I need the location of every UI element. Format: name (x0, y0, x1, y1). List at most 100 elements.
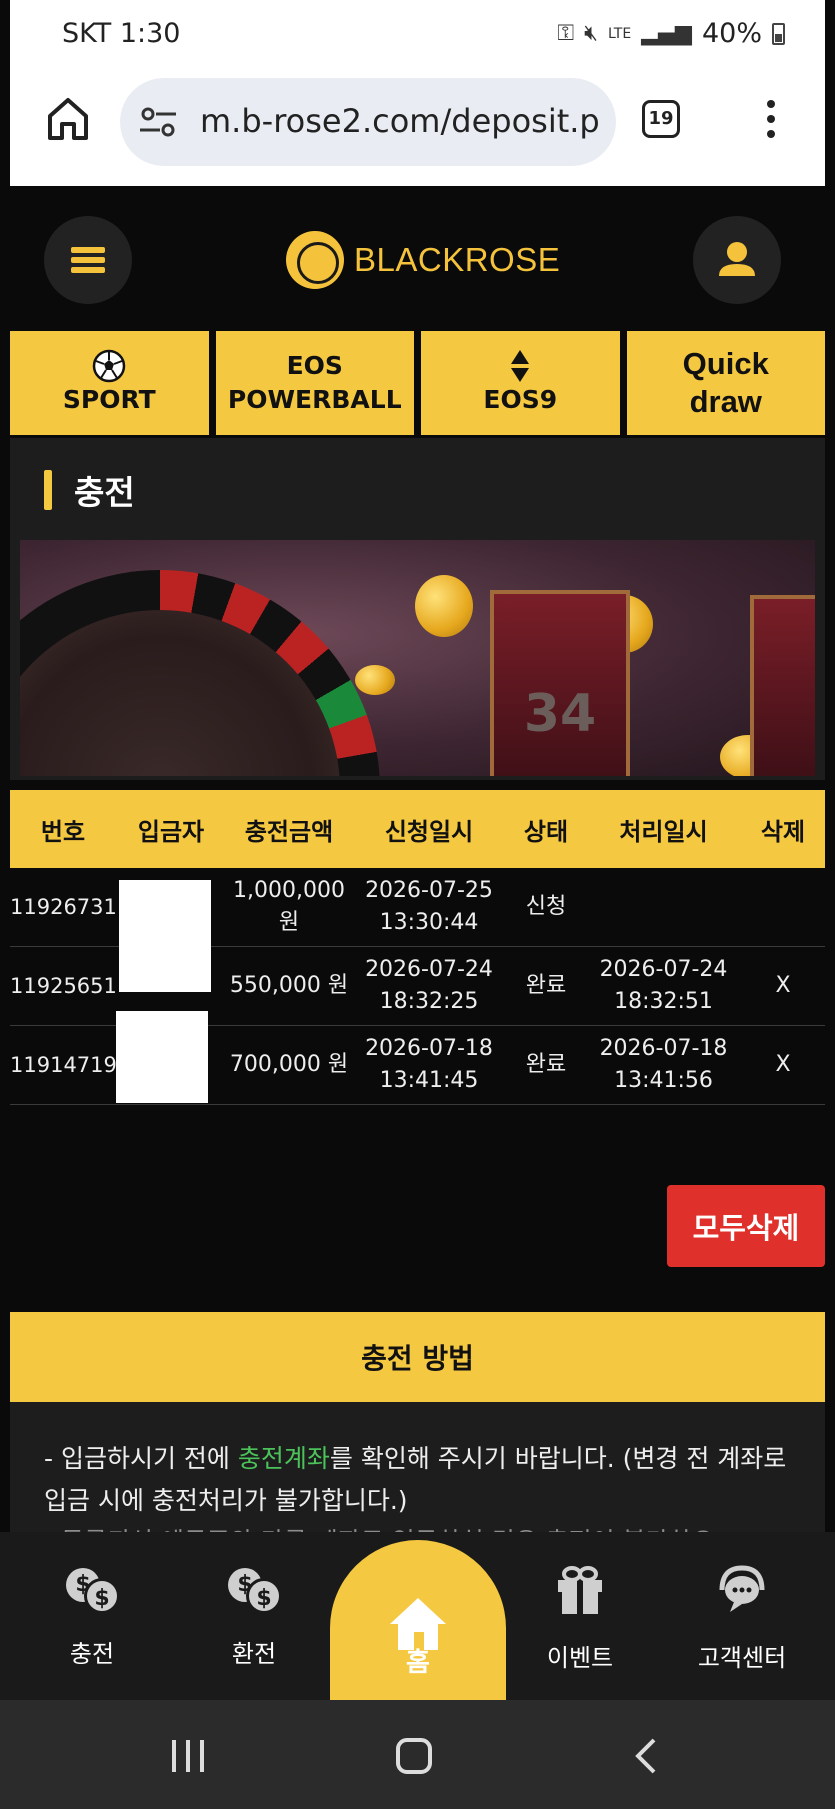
more-menu-icon[interactable] (766, 100, 776, 142)
cell-processed: 2026-07-24 18:32:51 (599, 957, 728, 1014)
game-tab-quick-draw[interactable]: Quick draw (626, 331, 825, 435)
site-settings-icon[interactable] (138, 104, 178, 140)
deposit-history-table: 번호 입금자 충전금액 신청일시 상태 처리일시 삭제 11926731 1,0… (10, 790, 825, 1105)
game-tab-label: draw (689, 384, 762, 419)
system-home-icon[interactable] (394, 1736, 434, 1776)
battery-icon (772, 22, 785, 45)
game-tab-label: SPORT (62, 385, 156, 414)
signal-icon: ▂▄▆ (641, 21, 692, 46)
back-icon[interactable] (626, 1736, 666, 1776)
door-image (750, 595, 815, 776)
table-header: 번호 입금자 충전금액 신청일시 상태 처리일시 삭제 (10, 790, 825, 868)
page-title: 충전 (74, 473, 135, 512)
redaction-box (116, 1011, 208, 1103)
door-image: 34 (490, 590, 630, 776)
col-header: 상태 (523, 817, 569, 846)
url-text: m.b-rose2.com/deposit.p (200, 102, 600, 140)
coins-icon: $ $ (64, 1562, 120, 1616)
howto-title: 충전 방법 (10, 1312, 825, 1402)
cell-amount: 700,000 원 (229, 1052, 349, 1077)
game-tab-label: EOS9 (483, 385, 558, 414)
cell-id: 11926731 (10, 895, 117, 919)
cell-processed (586, 868, 741, 946)
game-tab-label-top: EOS (286, 351, 343, 380)
game-tab-eos-powerball[interactable]: EOS POWERBALL (215, 331, 414, 435)
cell-amount: 1,000,000 원 (233, 878, 345, 935)
status-bar: SKT 1:30 ⚿ 🔇︎ LTE ▂▄▆ 40% (62, 18, 785, 54)
cell-id: 11914719 (10, 1053, 117, 1077)
cell-status: 신청 (525, 894, 567, 919)
cell-requested: 2026-07-18 13:41:45 (365, 1036, 493, 1093)
col-header: 입금자 (137, 817, 205, 846)
cell-status: 완료 (525, 973, 567, 998)
address-bar[interactable]: m.b-rose2.com/deposit.p (120, 78, 616, 166)
roulette-wheel-image (20, 570, 380, 776)
site-header: BLACKROSE (10, 186, 825, 328)
system-nav-bar (0, 1700, 835, 1809)
game-tab-label-top: Quick (682, 346, 769, 381)
door-number: 34 (523, 684, 597, 744)
coin-image (355, 665, 395, 695)
cell-depositor (116, 868, 226, 947)
nav-charge[interactable]: $ $ 충전 (32, 1562, 152, 1669)
banner-section: 34 (10, 530, 825, 780)
howto-cut-line: - 등록되신 예금주와 다른 계좌로 입금하실 경우 충전이 불가하오 (44, 1522, 715, 1532)
game-tab-eos9[interactable]: EOS9 (421, 331, 620, 435)
nav-label: 고객센터 (697, 1644, 787, 1672)
title-accent (44, 470, 52, 510)
col-header: 충전금액 (244, 817, 334, 846)
cell-id: 11925651 (10, 974, 117, 998)
cell-status: 완료 (525, 1052, 567, 1077)
updown-arrows-icon (511, 350, 530, 382)
col-header: 신청일시 (384, 817, 474, 846)
coin-image (415, 575, 473, 637)
cell-requested: 2026-07-25 13:30:44 (365, 878, 493, 935)
headset-chat-icon (719, 1565, 765, 1612)
cell-amount: 550,000 원 (229, 973, 349, 998)
game-nav: SPORT EOS POWERBALL EOS9 Quick draw (10, 331, 825, 435)
redaction-box (119, 947, 211, 992)
delete-button[interactable]: X (741, 1026, 825, 1104)
key-icon: ⚿ (557, 21, 575, 46)
page-title-bar: 충전 (10, 438, 825, 530)
user-icon (719, 242, 755, 276)
howto-text: - 입금하시기 전에 충전계좌를 확인해 주시기 바랍니다. (변경 전 계좌로… (44, 1438, 804, 1522)
nav-label: 환전 (231, 1640, 277, 1668)
browser-chrome: SKT 1:30 ⚿ 🔇︎ LTE ▂▄▆ 40% m.b-rose2.com/… (10, 0, 825, 186)
gift-icon (558, 1566, 602, 1614)
nav-label: 이벤트 (546, 1644, 614, 1672)
tabs-button[interactable]: 19 (642, 100, 680, 138)
browser-home-icon[interactable] (42, 92, 94, 144)
deposit-account-link[interactable]: 충전계좌 (238, 1444, 330, 1473)
delete-button[interactable] (741, 868, 825, 946)
cell-requested: 2026-07-24 18:32:25 (365, 957, 493, 1014)
recent-apps-icon[interactable] (168, 1736, 208, 1776)
game-tab-sport[interactable]: SPORT (10, 331, 209, 435)
col-header: 삭제 (760, 817, 806, 846)
hamburger-menu-button[interactable] (44, 216, 132, 304)
redaction-box (119, 880, 211, 947)
soccer-ball-icon (93, 349, 126, 383)
rose-logo-icon (286, 231, 344, 289)
nav-event[interactable]: 이벤트 (520, 1562, 640, 1673)
howto-text-before: - 입금하시기 전에 (44, 1444, 238, 1473)
col-header: 처리일시 (619, 817, 708, 846)
mute-icon: 🔇︎ (584, 21, 598, 46)
carrier-time: SKT 1:30 (62, 18, 181, 49)
cell-processed: 2026-07-18 13:41:56 (599, 1036, 728, 1093)
nav-label: 충전 (69, 1640, 115, 1668)
table-row: 11926731 1,000,000 원 2026-07-25 13:30:44… (10, 868, 825, 947)
user-account-button[interactable] (693, 216, 781, 304)
network-label: LTE (607, 25, 632, 42)
brand-logo[interactable]: BLACKROSE (286, 228, 560, 292)
delete-button[interactable]: X (741, 947, 825, 1025)
coins-icon: $ $ (226, 1562, 282, 1616)
nav-exchange[interactable]: $ $ 환전 (194, 1562, 314, 1669)
delete-all-button[interactable]: 모두삭제 (667, 1185, 825, 1267)
table-row: 11914719 700,000 원 2026-07-18 13:41:45 완… (10, 1011, 825, 1105)
brand-name: BLACKROSE (354, 241, 561, 278)
game-tab-label: POWERBALL (227, 385, 402, 414)
cell-depositor (116, 1011, 226, 1104)
nav-support[interactable]: 고객센터 (682, 1562, 802, 1673)
roulette-banner: 34 (20, 540, 815, 776)
